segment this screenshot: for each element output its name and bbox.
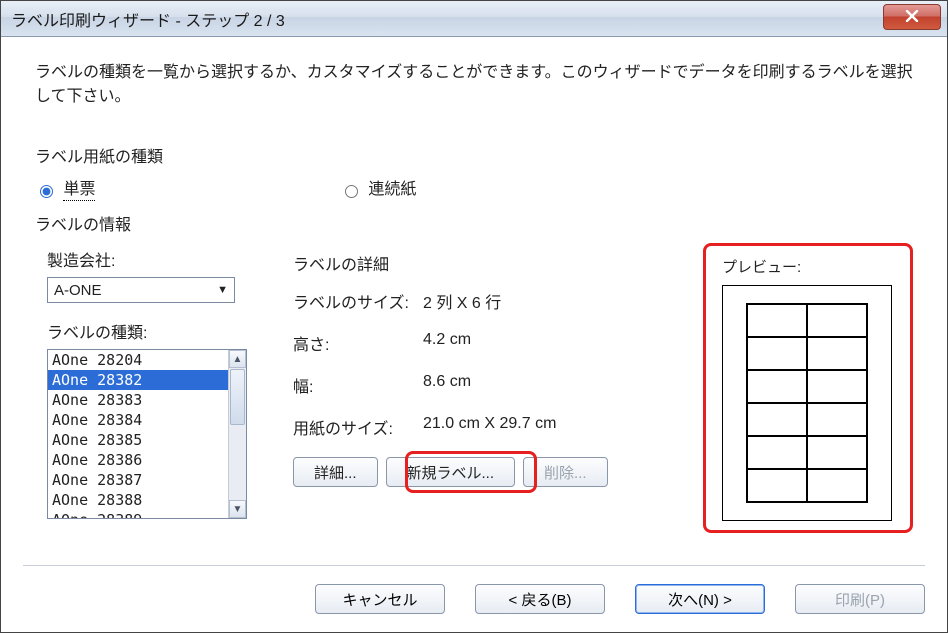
cancel-button-label: キャンセル xyxy=(342,589,417,610)
list-item[interactable]: AOne 28384 xyxy=(48,410,246,430)
scroll-up-button[interactable]: ▲ xyxy=(229,350,246,368)
manufacturer-value: A-ONE xyxy=(54,282,102,299)
label-type-label: ラベルの種類: xyxy=(47,319,265,343)
listbox-items: AOne 28204AOne 28382AOne 28383AOne 28384… xyxy=(48,350,246,518)
list-item[interactable]: AOne 28386 xyxy=(48,450,246,470)
detail-height-value: 4.2 cm xyxy=(423,331,471,355)
paper-type-option-continuous[interactable]: 連続紙 xyxy=(340,181,416,198)
footer-button-bar: キャンセル < 戻る(B) 次へ(N) > 印刷(P) xyxy=(23,565,925,632)
window-title: ラベル印刷ウィザード - ステップ 2 / 3 xyxy=(11,7,285,31)
list-item[interactable]: AOne 28204 xyxy=(48,350,246,370)
manufacturer-label: 製造会社: xyxy=(47,247,265,271)
paper-type-option-continuous-label: 連続紙 xyxy=(368,181,416,198)
paper-type-radio-continuous[interactable] xyxy=(345,185,358,198)
detail-width-label: 幅: xyxy=(293,373,423,397)
back-button-label: < 戻る(B) xyxy=(509,589,572,610)
paper-type-radio-sheet[interactable] xyxy=(40,185,53,198)
new-label-button-label: 新規ラベル... xyxy=(407,462,495,483)
preview-column: プレビュー: xyxy=(703,243,913,533)
details-grid: ラベルのサイズ:2 列 X 6 行 高さ:4.2 cm 幅:8.6 cm 用紙の… xyxy=(293,289,675,439)
close-icon xyxy=(905,9,919,26)
list-item[interactable]: AOne 28387 xyxy=(48,470,246,490)
preview-label: プレビュー: xyxy=(722,256,894,277)
close-button[interactable] xyxy=(883,4,941,30)
content-area: ラベルの種類を一覧から選択するか、カスタマイズすることができます。このウィザード… xyxy=(1,37,947,545)
middle-column: ラベルの詳細 ラベルのサイズ:2 列 X 6 行 高さ:4.2 cm 幅:8.6… xyxy=(293,243,675,533)
left-column: 製造会社: A-ONE ▼ ラベルの種類: AOne 28204AOne 283… xyxy=(35,243,265,533)
detail-size-value: 2 列 X 6 行 xyxy=(423,289,501,313)
paper-type-group-label: ラベル用紙の種類 xyxy=(35,143,913,167)
list-item[interactable]: AOne 28383 xyxy=(48,390,246,410)
detail-paper-value: 21.0 cm X 29.7 cm xyxy=(423,415,556,439)
paper-type-radio-group: 単票 連続紙 xyxy=(35,175,913,199)
label-info-group-label: ラベルの情報 xyxy=(35,211,913,235)
manufacturer-combobox[interactable]: A-ONE ▼ xyxy=(47,277,235,303)
scroll-down-button[interactable]: ▼ xyxy=(229,500,246,518)
paper-type-option-sheet-label: 単票 xyxy=(63,181,95,201)
paper-type-option-sheet[interactable]: 単票 xyxy=(35,181,100,198)
detail-width-value: 8.6 cm xyxy=(423,373,471,397)
main-columns: 製造会社: A-ONE ▼ ラベルの種類: AOne 28204AOne 283… xyxy=(35,243,913,533)
listbox-scrollbar[interactable]: ▲ ▼ xyxy=(228,350,246,518)
wizard-description: ラベルの種類を一覧から選択するか、カスタマイズすることができます。このウィザード… xyxy=(35,61,913,109)
detail-size-label: ラベルのサイズ: xyxy=(293,289,423,313)
print-button-label: 印刷(P) xyxy=(835,589,885,610)
detail-button-row: 詳細... 新規ラベル... 削除... xyxy=(293,457,675,487)
delete-button-label: 削除... xyxy=(544,462,587,483)
delete-button: 削除... xyxy=(523,457,608,487)
preview-box xyxy=(722,285,892,521)
detail-height-label: 高さ: xyxy=(293,331,423,355)
print-button: 印刷(P) xyxy=(795,584,925,614)
titlebar: ラベル印刷ウィザード - ステップ 2 / 3 xyxy=(1,1,947,37)
back-button[interactable]: < 戻る(B) xyxy=(475,584,605,614)
list-item[interactable]: AOne 28385 xyxy=(48,430,246,450)
detail-paper-label: 用紙のサイズ: xyxy=(293,415,423,439)
wizard-window: ラベル印刷ウィザード - ステップ 2 / 3 ラベルの種類を一覧から選択するか… xyxy=(0,0,948,633)
list-item[interactable]: AOne 28389 xyxy=(48,510,246,518)
detail-button-label: 詳細... xyxy=(314,462,357,483)
list-item[interactable]: AOne 28382 xyxy=(48,370,246,390)
preview-label-grid xyxy=(746,303,868,503)
next-button[interactable]: 次へ(N) > xyxy=(635,584,765,614)
cancel-button[interactable]: キャンセル xyxy=(315,584,445,614)
next-button-label: 次へ(N) > xyxy=(668,589,732,610)
detail-button[interactable]: 詳細... xyxy=(293,457,378,487)
new-label-button[interactable]: 新規ラベル... xyxy=(386,457,516,487)
scroll-thumb[interactable] xyxy=(230,369,245,425)
details-title: ラベルの詳細 xyxy=(293,251,675,275)
label-type-listbox[interactable]: AOne 28204AOne 28382AOne 28383AOne 28384… xyxy=(47,349,247,519)
list-item[interactable]: AOne 28388 xyxy=(48,490,246,510)
chevron-down-icon: ▼ xyxy=(217,284,228,296)
preview-highlight: プレビュー: xyxy=(703,243,913,533)
